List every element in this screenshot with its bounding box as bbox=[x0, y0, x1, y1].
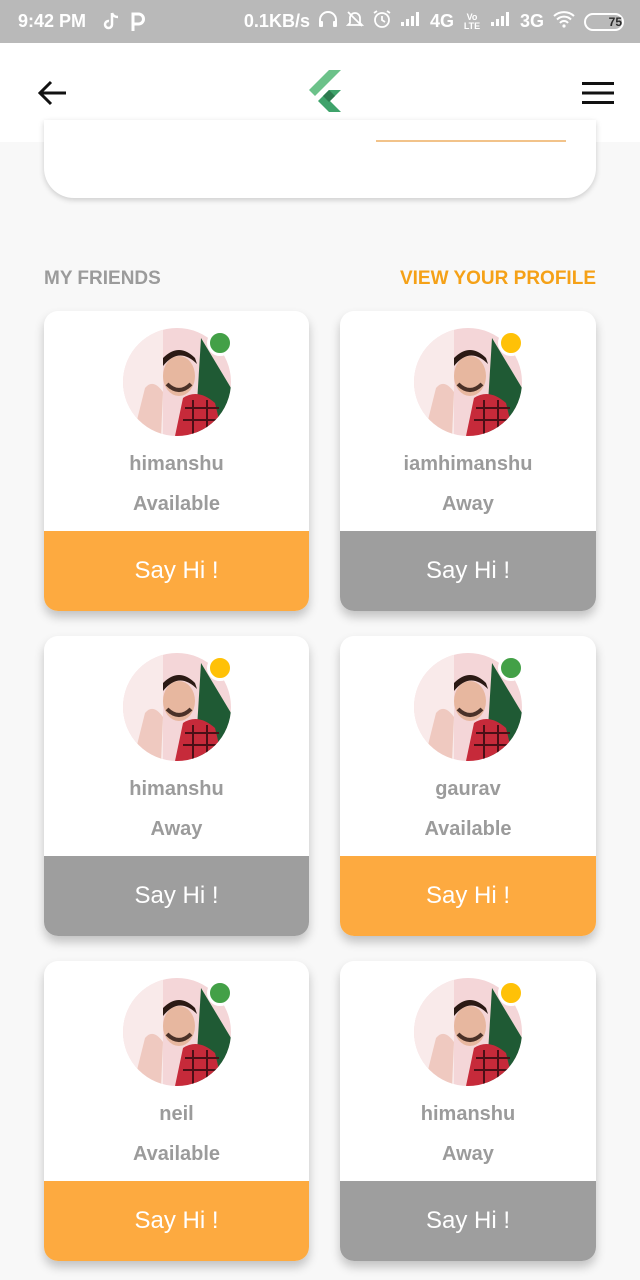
friend-card: neil Available Say Hi ! bbox=[44, 961, 309, 1261]
view-profile-link[interactable]: VIEW YOUR PROFILE bbox=[400, 268, 596, 290]
say-hi-button[interactable]: Say Hi ! bbox=[44, 1181, 309, 1261]
wifi-icon bbox=[552, 10, 576, 33]
status-time: 9:42 PM bbox=[18, 11, 87, 31]
battery-icon: 75 bbox=[584, 12, 624, 31]
divider bbox=[376, 140, 566, 142]
network-type-2: 3G bbox=[519, 11, 544, 31]
friend-status: Away bbox=[442, 493, 494, 515]
say-hi-button[interactable]: Say Hi ! bbox=[340, 1181, 596, 1261]
presence-dot bbox=[206, 655, 233, 681]
avatar bbox=[414, 978, 524, 1086]
network-type-1: 4G bbox=[429, 11, 454, 31]
say-hi-button[interactable]: Say Hi ! bbox=[340, 531, 596, 611]
presence-dot bbox=[206, 980, 233, 1006]
flutter-logo-icon bbox=[307, 68, 343, 117]
friend-name: himanshu bbox=[420, 1103, 516, 1125]
battery-level: 75 bbox=[608, 14, 622, 29]
friend-status: Away bbox=[442, 1143, 494, 1165]
friend-name: iamhimanshu bbox=[403, 453, 533, 475]
friend-card: himanshu Away Say Hi ! bbox=[44, 636, 309, 936]
friend-name: himanshu bbox=[129, 778, 224, 800]
status-bar: 9:42 PM 0.1KB/s 4G Vo LTE 3G 75 bbox=[0, 0, 640, 43]
headphones-icon bbox=[318, 10, 338, 33]
alarm-icon bbox=[372, 9, 392, 34]
avatar bbox=[122, 328, 233, 436]
friend-status: Available bbox=[424, 818, 512, 840]
signal-icon-2 bbox=[490, 11, 512, 32]
menu-button[interactable] bbox=[578, 73, 618, 113]
hamburger-menu-icon bbox=[582, 81, 614, 104]
presence-dot bbox=[498, 655, 524, 681]
friend-card: gaurav Available Say Hi ! bbox=[340, 636, 596, 936]
profile-card bbox=[44, 120, 596, 198]
presence-dot bbox=[498, 330, 524, 356]
friend-name: neil bbox=[159, 1103, 194, 1125]
arrow-left-icon bbox=[37, 80, 66, 105]
tiktok-icon bbox=[102, 12, 120, 32]
volte-badge: Vo LTE bbox=[463, 11, 481, 31]
signal-icon-1 bbox=[400, 11, 422, 32]
friend-name: gaurav bbox=[435, 778, 501, 800]
friends-header: MY FRIENDS VIEW YOUR PROFILE bbox=[44, 268, 596, 290]
paytm-icon bbox=[130, 12, 146, 32]
presence-dot bbox=[206, 330, 233, 356]
say-hi-button[interactable]: Say Hi ! bbox=[44, 856, 309, 936]
avatar bbox=[414, 328, 524, 436]
back-button[interactable] bbox=[32, 73, 72, 113]
mute-bell-icon bbox=[345, 10, 365, 33]
friend-card: iamhimanshu Away Say Hi ! bbox=[340, 311, 596, 611]
friend-status: Available bbox=[132, 1143, 221, 1165]
avatar bbox=[414, 653, 524, 761]
say-hi-button[interactable]: Say Hi ! bbox=[44, 531, 309, 611]
friend-name: himanshu bbox=[129, 453, 224, 475]
network-speed: 0.1KB/s bbox=[243, 11, 310, 31]
friend-status: Available bbox=[132, 493, 221, 515]
friend-card: himanshu Away Say Hi ! bbox=[340, 961, 596, 1261]
friends-title: MY FRIENDS bbox=[44, 268, 161, 289]
avatar bbox=[122, 978, 233, 1086]
say-hi-button[interactable]: Say Hi ! bbox=[340, 856, 596, 936]
avatar bbox=[122, 653, 233, 761]
presence-dot bbox=[498, 980, 524, 1006]
friend-status: Away bbox=[150, 818, 203, 840]
friends-grid: himanshu Available Say Hi ! iamhimanshu … bbox=[44, 311, 596, 1261]
friend-card: himanshu Available Say Hi ! bbox=[44, 311, 309, 611]
